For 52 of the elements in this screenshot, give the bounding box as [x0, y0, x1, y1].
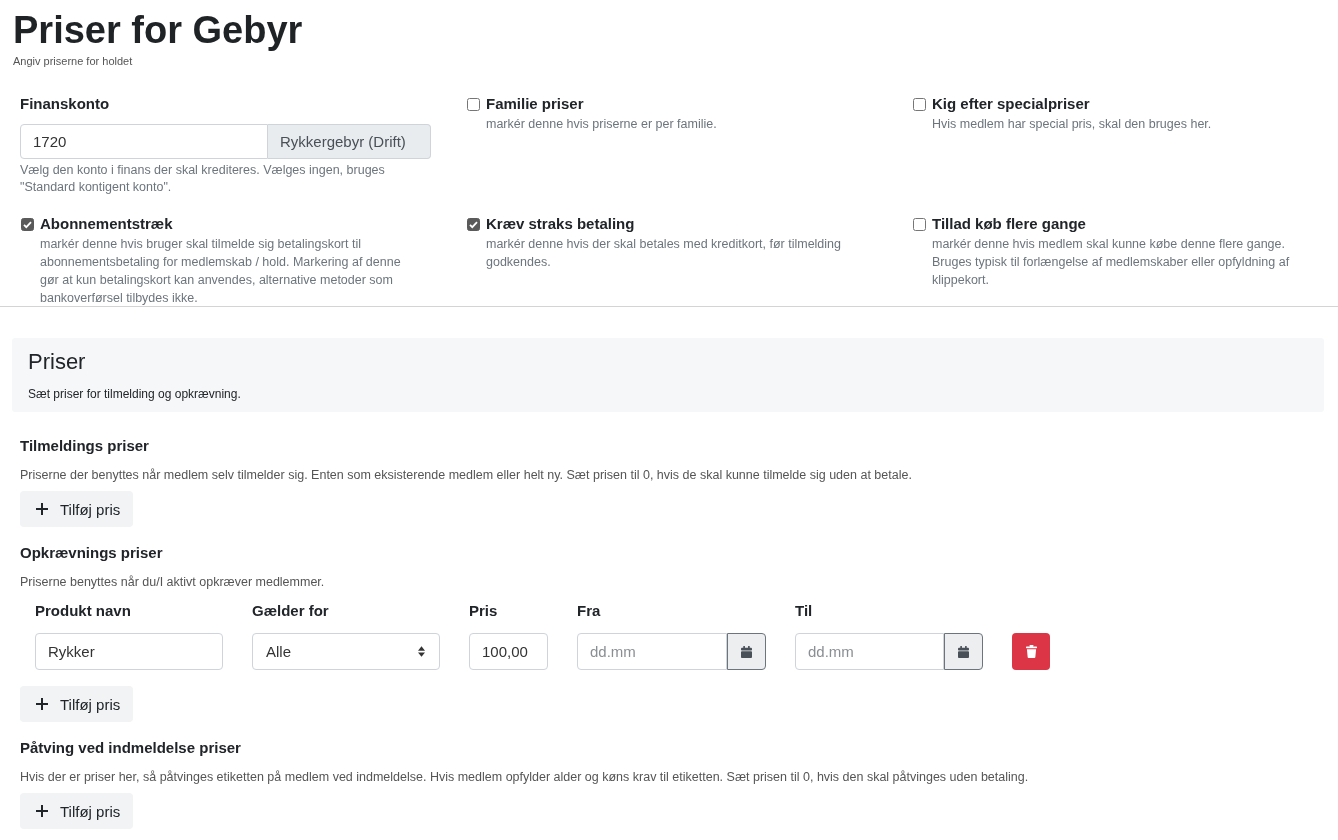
help-text: markér denne hvis priserne er per familie. [486, 116, 718, 133]
plus-icon [36, 805, 48, 817]
section-title: Opkrævnings priser [20, 543, 163, 563]
column-header: Til [795, 601, 813, 621]
column-header: Produkt navn [35, 601, 131, 621]
checkbox-label: Kig efter specialpriser [932, 94, 1090, 114]
section-description: Hvis der er priser her, så påtvinges etiketten på medlem ved indmeldelse. Hvis medlem opfylder alder og køns krav til etiketten. Sæt prisen til 0, hvis den skal påtvinges uden betaling. [20, 769, 1029, 785]
checkbox[interactable] [467, 97, 480, 111]
column-header: Gælder for [252, 601, 329, 621]
delete-button[interactable] [1012, 633, 1050, 670]
page-subtitle: Angiv priserne for holdet [13, 54, 133, 68]
column-header: Pris [469, 601, 498, 621]
applies-to-select[interactable]: Alle [252, 633, 440, 670]
field-label: Finanskonto [20, 94, 110, 114]
column-header: Fra [577, 601, 601, 621]
checkbox[interactable] [913, 97, 926, 111]
account-number-input[interactable]: 1720 [20, 124, 268, 159]
checkbox-label: Abonnementstræk [40, 214, 173, 234]
to-date-input[interactable]: dd.mm [795, 633, 944, 670]
panel-subtitle: Sæt priser for tilmelding og opkrævning. [28, 386, 241, 402]
checkbox[interactable] [21, 217, 34, 231]
panel-title: Priser [28, 348, 86, 376]
calendar-icon [741, 645, 752, 658]
section-description: Priserne der benyttes når medlem selv tilmelder sig. Enten som eksisterende medlem eller helt ny. Sæt prisen til 0, hvis de skal kunne tilmelde sig uden at betale. [20, 467, 912, 483]
add-price-button[interactable]: Tilføj pris [20, 686, 134, 722]
page-title: Priser for Gebyr [13, 8, 303, 52]
price-input[interactable]: 100,00 [469, 633, 548, 670]
product-name-input[interactable]: Rykker [35, 633, 223, 670]
checkbox[interactable] [913, 217, 926, 231]
add-price-button[interactable]: Tilføj pris [20, 793, 134, 829]
from-date-input[interactable]: dd.mm [577, 633, 727, 670]
plus-icon [36, 698, 48, 710]
help-text: Vælg den konto i finans der skal krediteres. Vælges ingen, bruges "Standard kontigent konto". [20, 162, 386, 196]
account-name-addon: Rykkergebyr (Drift) [268, 124, 431, 159]
checkbox-label: Familie priser [486, 94, 584, 114]
help-text: Hvis medlem har special pris, skal den bruges her. [932, 116, 1213, 133]
section-title: Påtving ved indmeldelse priser [20, 738, 241, 758]
checkbox-label: Kræv straks betaling [486, 214, 635, 234]
add-price-button[interactable]: Tilføj pris [20, 491, 134, 527]
help-text: markér denne hvis bruger skal tilmelde sig betalingskort til abonnementsbetaling for medlemskab / hold. Markering af denne gør at kun betalingskort kan anvendes, alternative metoder som bankoverførsel tilbydes ikke. [40, 236, 402, 307]
up-down-caret-icon [418, 646, 425, 657]
checkbox[interactable] [467, 217, 480, 231]
help-text: markér denne hvis medlem skal kunne købe denne flere gange. Bruges typisk til forlængelse af medlemskaber eller opfyldning af klippekort. [932, 236, 1291, 289]
calendar-button[interactable] [944, 633, 983, 670]
calendar-button[interactable] [727, 633, 766, 670]
section-title: Tilmeldings priser [20, 436, 149, 456]
plus-icon [36, 503, 48, 515]
section-description: Priserne benyttes når du/I aktivt opkræver medlemmer. [20, 574, 325, 590]
help-text: markér denne hvis der skal betales med kreditkort, før tilmelding godkendes. [486, 236, 842, 271]
checkbox-label: Tillad køb flere gange [932, 214, 1086, 234]
trash-icon [1025, 645, 1037, 658]
calendar-icon [958, 645, 969, 658]
